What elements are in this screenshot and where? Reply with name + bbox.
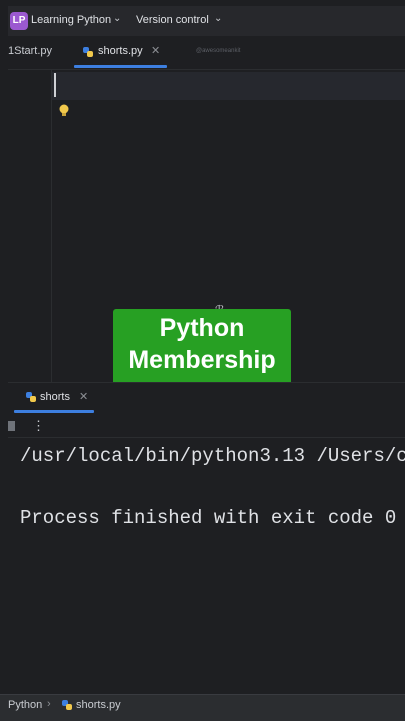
chevron-down-icon[interactable]: ⌄: [214, 13, 222, 24]
run-toolbar: [8, 415, 405, 438]
editor-gutter: [8, 70, 52, 382]
breadcrumb-python[interactable]: Python: [8, 699, 42, 711]
more-options-icon[interactable]: ⋮: [32, 418, 45, 434]
watermark: @awesomeankit: [196, 48, 241, 54]
tab-1start[interactable]: 1Start.py: [8, 45, 52, 57]
python-file-icon: [62, 700, 72, 710]
python-file-icon: [83, 47, 93, 57]
console-output[interactable]: [8, 438, 405, 693]
close-icon[interactable]: ✕: [151, 44, 160, 57]
lightbulb-icon[interactable]: [58, 104, 70, 118]
text-caret: [54, 73, 56, 97]
run-tab-shorts[interactable]: shorts: [40, 391, 70, 403]
breadcrumb-shorts[interactable]: shorts.py: [76, 699, 121, 711]
console-line: Process finished with exit code 0: [20, 507, 397, 529]
caption-line: Membership: [128, 346, 276, 374]
current-line-highlight: [52, 72, 405, 100]
caption-line: Python: [159, 314, 245, 342]
active-tab-indicator: [74, 65, 167, 68]
python-file-icon: [26, 392, 36, 402]
version-control-dropdown[interactable]: Version control: [136, 14, 209, 26]
chevron-down-icon[interactable]: ⌄: [113, 13, 121, 24]
stop-icon[interactable]: [8, 421, 15, 431]
chevron-right-icon: ›: [47, 698, 51, 710]
tab-shorts[interactable]: shorts.py: [98, 45, 143, 57]
project-name-dropdown[interactable]: Learning Python: [31, 14, 111, 26]
close-icon[interactable]: ✕: [79, 390, 88, 403]
active-tab-indicator: [14, 410, 94, 413]
project-badge[interactable]: LP: [10, 12, 28, 30]
console-line: /usr/local/bin/python3.13 /Users/co: [20, 445, 405, 467]
